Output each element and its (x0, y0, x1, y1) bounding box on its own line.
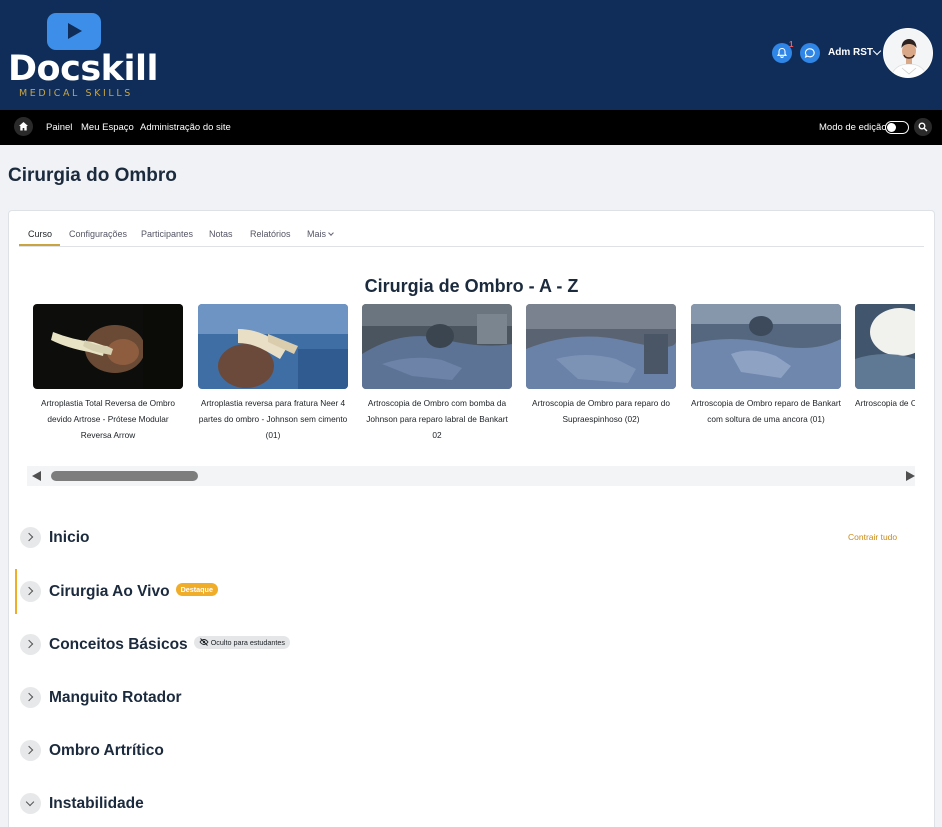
tab-curso[interactable]: Curso (28, 229, 52, 239)
home-icon (19, 122, 28, 131)
video-thumbnail[interactable] (33, 304, 183, 389)
course-section-inicio: Inicio (18, 523, 906, 553)
carousel-slide[interactable]: Artroscopia de Ombro reparo de Bankart (855, 304, 915, 411)
video-thumbnail[interactable] (691, 304, 841, 389)
scroll-right-arrow-icon[interactable] (906, 471, 915, 481)
carousel-slide[interactable]: Artroplastia Total Reversa de Ombro devi… (33, 304, 183, 443)
section-title[interactable]: Instabilidade (49, 795, 144, 813)
section-title[interactable]: Ombro Artrítico (49, 742, 164, 760)
bell-icon (776, 47, 788, 58)
course-section-manguito-rotador: Manguito Rotador (18, 683, 906, 713)
section-title-text: Cirurgia Ao Vivo (49, 583, 170, 600)
section-toggle-chevron-icon[interactable] (20, 793, 41, 814)
slide-caption[interactable]: Artroplastia reversa para fratura Neer 4… (198, 395, 348, 443)
user-menu-name[interactable]: Adm RST (828, 47, 873, 58)
scroll-left-arrow-icon[interactable] (32, 471, 41, 481)
tab-mais-label: Mais (307, 229, 327, 239)
logo-tagline: MEDICAL SKILLS (19, 88, 133, 99)
section-toggle-chevron-icon[interactable] (20, 687, 41, 708)
video-thumbnail[interactable] (198, 304, 348, 389)
carousel-slide[interactable]: Artroplastia reversa para fratura Neer 4… (198, 304, 348, 443)
section-title[interactable]: Inicio (49, 529, 89, 547)
video-thumbnail[interactable] (855, 304, 915, 389)
hidden-badge-label: Oculto para estudantes (210, 638, 286, 648)
course-section-ombro-artritico: Ombro Artrítico (18, 736, 906, 766)
nav-link-meu-espaco[interactable]: Meu Espaço (81, 122, 134, 133)
highlight-badge: Destaque (175, 583, 218, 597)
tab-relatorios[interactable]: Relatórios (250, 229, 291, 239)
course-section-conceitos-basicos: Conceitos Básicos Oculto para estudantes (18, 630, 906, 660)
slide-caption[interactable]: Artroscopia de Ombro reparo de Bankart c… (691, 395, 841, 427)
hidden-badge: Oculto para estudantes (193, 636, 291, 650)
messages-button[interactable] (800, 43, 820, 63)
nav-link-painel[interactable]: Painel (46, 122, 72, 133)
course-tabs: Curso Configurações Participantes Notas … (19, 224, 924, 247)
logo-wordmark: Docskill (8, 49, 158, 89)
video-carousel: Artroplastia Total Reversa de Ombro devi… (33, 304, 915, 454)
slide-caption[interactable]: Artroplastia Total Reversa de Ombro devi… (33, 395, 183, 443)
section-toggle-chevron-icon[interactable] (20, 634, 41, 655)
video-thumbnail[interactable] (526, 304, 676, 389)
search-button[interactable] (914, 118, 932, 136)
carousel-slide[interactable]: Artroscopia de Ombro reparo de Bankart c… (691, 304, 841, 427)
section-title[interactable]: Cirurgia Ao Vivo Destaque (49, 583, 218, 601)
edit-mode-label: Modo de edição (819, 122, 887, 133)
slide-caption[interactable]: Artroscopia de Ombro reparo de Bankart (855, 395, 915, 411)
carousel-slide[interactable]: Artroscopia de Ombro para reparo do Supr… (526, 304, 676, 427)
eye-slash-icon (199, 638, 209, 647)
edit-mode-toggle[interactable] (885, 121, 909, 134)
site-header: Docskill MEDICAL SKILLS 1 Adm RST (0, 0, 942, 110)
video-thumbnail[interactable] (362, 304, 512, 389)
section-toggle-chevron-icon[interactable] (20, 740, 41, 761)
tab-notas[interactable]: Notas (209, 229, 233, 239)
section-title[interactable]: Manguito Rotador (49, 689, 182, 707)
course-section-cirurgia-ao-vivo: Cirurgia Ao Vivo Destaque (15, 569, 906, 614)
notification-count-badge: 1 (789, 40, 794, 49)
tab-configuracoes[interactable]: Configurações (69, 229, 127, 239)
collapse-all-link[interactable]: Contrair tudo (848, 532, 897, 542)
course-section-instabilidade: Instabilidade (18, 789, 906, 819)
section-title[interactable]: Conceitos Básicos Oculto para estudantes (49, 636, 291, 654)
tab-mais[interactable]: Mais (307, 229, 334, 239)
nav-link-administracao[interactable]: Administração do site (140, 122, 231, 133)
chat-bubble-icon (804, 48, 815, 58)
tab-participantes[interactable]: Participantes (141, 229, 193, 239)
primary-navigation: Painel Meu Espaço Administração do site … (0, 110, 942, 145)
play-logo-icon (47, 13, 101, 50)
active-tab-indicator (19, 244, 60, 246)
course-content-card: Curso Configurações Participantes Notas … (8, 210, 935, 827)
section-toggle-chevron-icon[interactable] (20, 581, 41, 602)
section-toggle-chevron-icon[interactable] (20, 527, 41, 548)
avatar[interactable] (883, 28, 933, 78)
search-icon (918, 122, 928, 132)
slide-caption[interactable]: Artroscopia de Ombro para reparo do Supr… (526, 395, 676, 427)
carousel-slide[interactable]: Artroscopia de Ombro com bomba da Johnso… (362, 304, 512, 443)
slide-caption[interactable]: Artroscopia de Ombro com bomba da Johnso… (362, 395, 512, 443)
highlight-marker (15, 569, 17, 614)
carousel-scrollbar[interactable] (27, 466, 915, 486)
chevron-down-icon (328, 230, 334, 236)
page-title: Cirurgia do Ombro (8, 165, 177, 186)
chevron-down-icon[interactable] (872, 46, 882, 56)
section-title-text: Conceitos Básicos (49, 636, 188, 653)
scrollbar-thumb[interactable] (51, 471, 198, 481)
home-button[interactable] (14, 117, 33, 136)
site-logo[interactable]: Docskill MEDICAL SKILLS (8, 13, 158, 99)
carousel-title: Cirurgia de Ombro - A - Z (364, 276, 579, 296)
